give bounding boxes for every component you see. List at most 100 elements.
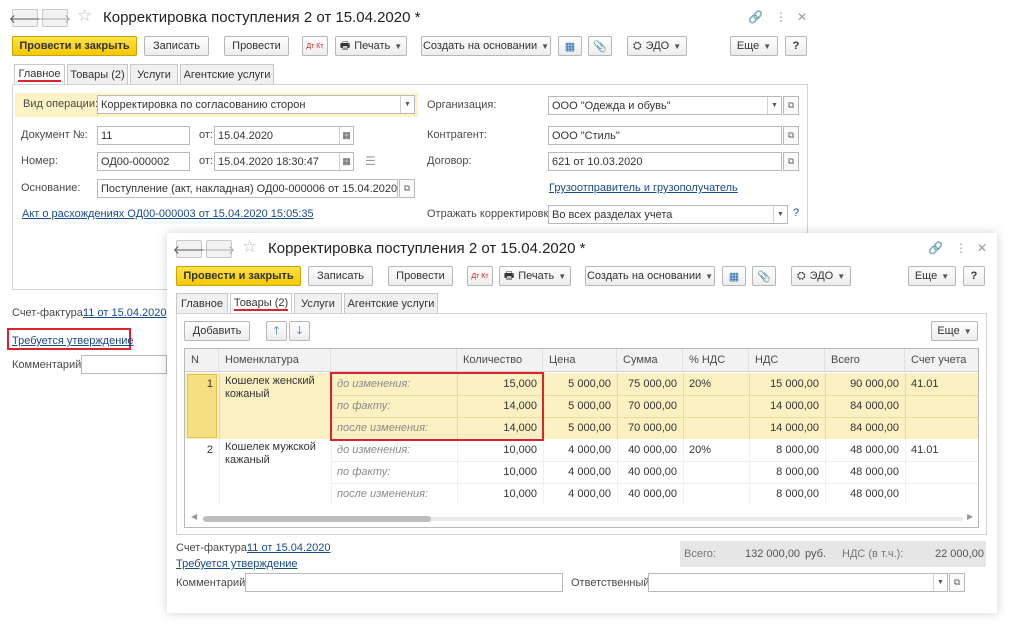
shipper-link[interactable]: Грузоотправитель и грузополучатель [549,182,738,194]
move-up-button[interactable]: 🡑 [266,321,287,341]
table-cell-vat[interactable]: 14 000,00 [749,417,825,439]
list-icon[interactable]: ☰ [365,154,376,168]
back-print-button[interactable]: 🖶 Печать ▼ [335,36,407,56]
front-menu-icon[interactable]: ⋮ [955,241,967,255]
responsible-open-button[interactable]: ⧉ [949,573,965,592]
table-cell-state[interactable]: по факту: [331,461,457,483]
front-dt-kt-button[interactable]: Дт Кт [467,266,493,286]
column-header[interactable]: % НДС [683,349,749,371]
column-header[interactable]: Всего [825,349,905,371]
back-help-button[interactable]: ? [785,36,807,56]
table-cell-account[interactable] [905,417,978,439]
act-link[interactable]: Акт о расхождениях ОД00-000003 от 15.04.… [22,208,314,220]
table-cell-vat[interactable]: 8 000,00 [749,483,825,505]
back-tab-services[interactable]: Услуги [130,64,178,84]
counterparty-open-button[interactable]: ⧉ [783,126,799,145]
scrollbar-thumb[interactable] [203,516,431,522]
front-edo-button[interactable]: ⛭ ЭДО ▼ [791,266,851,286]
doc-date-field[interactable]: 15.04.2020 ▦ [214,126,354,145]
table-cell-sum[interactable]: 75 000,00 [617,373,683,395]
column-header[interactable]: Сумма [617,349,683,371]
back-nav-forward-button[interactable]: 🡒 [39,9,71,27]
table-cell-vat-rate[interactable]: 20% [683,373,749,395]
scroll-right-icon[interactable]: ▶ [967,512,973,521]
column-header[interactable]: НДС [749,349,825,371]
number-field[interactable]: ОД00-000002 [97,152,190,171]
table-cell-state[interactable]: после изменения: [331,483,457,505]
move-down-button[interactable]: 🡓 [289,321,310,341]
front-nav-back-button[interactable]: 🡐 [173,240,205,258]
front-tab-services[interactable]: Услуги [294,293,342,313]
back-create-based-button[interactable]: Создать на основании ▼ [421,36,551,56]
table-cell-vat-rate[interactable] [683,461,749,483]
doc-no-field[interactable]: 11 [97,126,190,145]
back-nav-back-button[interactable]: 🡐 [9,9,41,27]
table-cell-account[interactable]: 41.01 [905,439,978,461]
column-header[interactable]: Номенклатура [219,349,331,371]
table-cell-qty[interactable]: 10,000 [457,483,543,505]
front-post-close-button[interactable]: Провести и закрыть [176,266,301,286]
front-save-button[interactable]: Записать [308,266,373,286]
back-post-button[interactable]: Провести [224,36,289,56]
front-print-button[interactable]: 🖶 Печать ▼ [499,266,571,286]
responsible-select[interactable]: ▼ [648,573,948,592]
table-cell-sum[interactable]: 40 000,00 [617,461,683,483]
front-favorite-star-icon[interactable]: ☆ [242,237,257,257]
table-cell-price[interactable]: 5 000,00 [543,417,617,439]
column-header[interactable]: Количество [457,349,543,371]
reflect-help-icon[interactable]: ? [793,207,799,219]
horizontal-scrollbar[interactable]: ◀ ▶ [191,512,974,523]
column-header[interactable]: N [185,349,219,371]
table-cell-state[interactable]: до изменения: [331,439,457,461]
front-comment-field[interactable] [245,573,563,592]
front-link-icon[interactable]: 🔗 [928,241,943,255]
back-comment-field[interactable] [81,355,167,374]
table-cell-vat-rate[interactable] [683,395,749,417]
back-tab-main[interactable]: Главное [14,64,65,84]
table-cell-price[interactable]: 4 000,00 [543,483,617,505]
table-cell-sum[interactable]: 40 000,00 [617,439,683,461]
calendar-icon[interactable]: ▦ [339,127,353,144]
back-more-button[interactable]: Еще ▼ [730,36,778,56]
reflect-select[interactable]: Во всех разделах учета ▼ [548,205,788,224]
back-post-close-button[interactable]: Провести и закрыть [12,36,137,56]
scroll-left-icon[interactable]: ◀ [191,512,197,521]
back-tab-goods[interactable]: Товары (2) [67,64,128,84]
back-attach-button[interactable]: 📎 [588,36,612,56]
table-cell-account[interactable]: 41.01 [905,373,978,395]
counterparty-field[interactable]: ООО "Стиль" [548,126,782,145]
back-link-icon[interactable]: 🔗 [748,10,763,24]
back-favorite-star-icon[interactable]: ☆ [77,6,92,26]
column-header[interactable] [331,349,457,371]
table-cell-vat[interactable]: 14 000,00 [749,395,825,417]
table-cell-account[interactable] [905,483,978,505]
table-cell-sum[interactable]: 70 000,00 [617,395,683,417]
table-cell-total[interactable]: 48 000,00 [825,461,905,483]
front-create-based-button[interactable]: Создать на основании ▼ [585,266,715,286]
back-dt-kt-button[interactable]: Дт Кт [302,36,328,56]
table-cell-total[interactable]: 48 000,00 [825,439,905,461]
table-cell-qty[interactable]: 10,000 [457,461,543,483]
table-cell-vat-rate[interactable]: 20% [683,439,749,461]
front-tab-agent[interactable]: Агентские услуги [344,293,438,313]
table-cell-sum[interactable]: 40 000,00 [617,483,683,505]
org-open-button[interactable]: ⧉ [783,96,799,115]
column-header[interactable]: Счет учета [905,349,978,371]
back-invoice-link[interactable]: 11 от 15.04.2020 [83,307,167,319]
table-cell-qty[interactable]: 10,000 [457,439,543,461]
back-edo-button[interactable]: ⛭ ЭДО ▼ [627,36,687,56]
front-attach-button[interactable]: 📎 [752,266,776,286]
table-cell-vat-rate[interactable] [683,417,749,439]
table-cell-vat[interactable]: 8 000,00 [749,461,825,483]
contract-open-button[interactable]: ⧉ [783,152,799,171]
table-cell-account[interactable] [905,461,978,483]
front-tab-goods[interactable]: Товары (2) [230,293,292,313]
table-cell-vat[interactable]: 8 000,00 [749,439,825,461]
add-button[interactable]: Добавить [184,321,250,341]
front-more-button[interactable]: Еще ▼ [908,266,956,286]
back-approval-link[interactable]: Требуется утверждение [12,335,134,347]
basis-open-button[interactable]: ⧉ [399,179,415,198]
back-tab-agent[interactable]: Агентские услуги [180,64,274,84]
table-cell-price[interactable]: 4 000,00 [543,461,617,483]
org-select[interactable]: ООО "Одежда и обувь" ▼ [548,96,782,115]
